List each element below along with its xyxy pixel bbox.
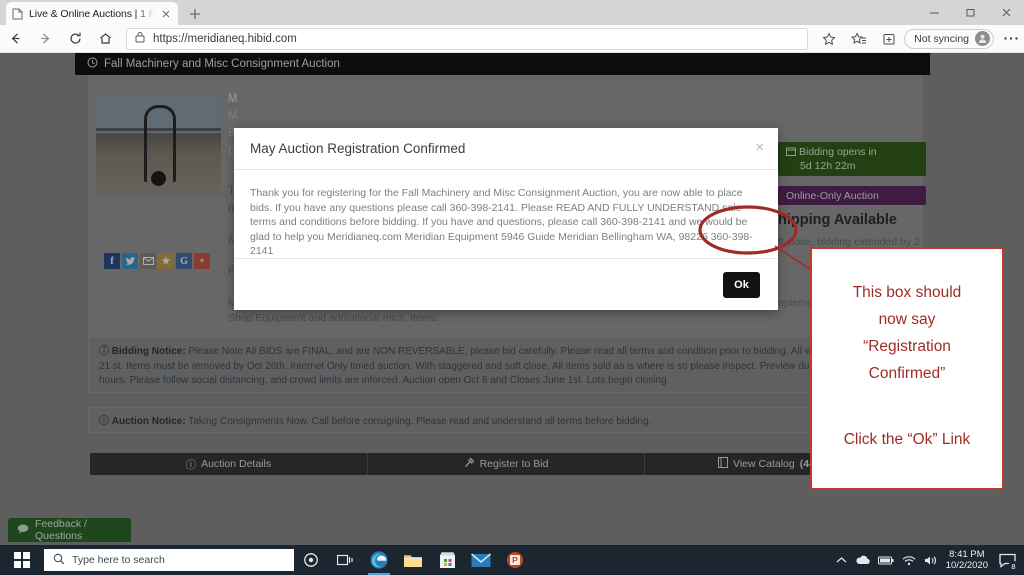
powerpoint-icon[interactable]: P [498,545,532,575]
notification-count-badge: 8 [1008,561,1019,572]
close-icon[interactable] [160,8,172,20]
screen: Live & Online Auctions | 1 Result [0,0,1024,575]
annotation-line-3: “Registration [863,338,951,355]
edge-icon[interactable] [362,545,396,575]
annotation-line-5: Click the “Ok” Link [843,431,971,448]
window-controls [916,0,1024,25]
modal-title: May Auction Registration Confirmed [250,141,466,156]
sync-status-label: Not syncing [914,32,969,45]
cortana-icon[interactable] [294,545,328,575]
wifi-icon[interactable] [902,555,916,566]
browser-menu-icon[interactable] [998,36,1024,41]
forward-icon[interactable] [30,25,60,53]
system-tray: 8:41 PM 10/2/2020 8 [836,545,1024,575]
browser-tab[interactable]: Live & Online Auctions | 1 Result [6,2,178,25]
windows-icon[interactable] [0,545,44,575]
home-icon[interactable] [90,25,120,53]
battery-icon[interactable] [877,556,894,565]
favorite-star-icon[interactable] [814,25,844,53]
ok-button[interactable]: Ok [723,271,760,298]
svg-text:P: P [512,555,518,565]
page-viewport: Fall Machinery and Misc Consignment Auct… [0,53,1024,545]
annotation-line-1: This box should [852,284,962,301]
address-bar-url: https://meridianeq.hibid.com [153,32,297,45]
task-view-icon[interactable] [328,545,362,575]
minimize-icon[interactable] [916,0,952,25]
add-to-collections-icon[interactable] [874,25,904,53]
onedrive-icon[interactable] [855,555,870,565]
volume-icon[interactable] [924,555,938,566]
registration-confirmed-modal: May Auction Registration Confirmed × Tha… [234,128,778,310]
windows-taskbar: Type here to search P 8:41 PM 10/2/2020 … [0,545,1024,575]
search-icon [53,553,65,568]
page-icon [12,8,23,20]
collections-icon[interactable] [844,25,874,53]
search-input[interactable]: Type here to search [44,549,294,571]
modal-body-text: Thank you for registering for the Fall M… [250,187,753,257]
browser-tab-strip: Live & Online Auctions | 1 Result [0,0,1024,25]
maximize-icon[interactable] [952,0,988,25]
annotation-line-4: Confirmed” [868,365,946,382]
close-icon[interactable]: × [755,140,764,155]
annotation-line-2: now say [878,311,936,328]
profile-sync-button[interactable]: Not syncing [904,28,994,49]
file-explorer-icon[interactable] [396,545,430,575]
modal-header: May Auction Registration Confirmed × [234,128,778,170]
show-hidden-icons[interactable] [836,556,847,564]
action-center-icon[interactable]: 8 [996,549,1019,572]
search-placeholder: Type here to search [72,554,165,566]
browser-tab-title: Live & Online Auctions | 1 Result [29,7,154,20]
annotation-callout: This box should now say “Registration Co… [810,247,1004,490]
back-icon[interactable] [0,25,30,53]
modal-footer: Ok [234,258,778,310]
address-bar[interactable]: https://meridianeq.hibid.com [126,27,809,50]
avatar [975,31,990,46]
reload-icon[interactable] [60,25,90,53]
close-window-icon[interactable] [988,0,1024,25]
browser-toolbar: https://meridianeq.hibid.com Not syncing [0,25,1024,53]
new-tab-button[interactable] [184,3,206,25]
lock-icon [135,30,145,48]
clock-time: 8:41 PM [949,549,985,560]
clock-date: 10/2/2020 [945,560,988,571]
taskbar-clock[interactable]: 8:41 PM 10/2/2020 [946,549,988,571]
mail-icon[interactable] [464,545,498,575]
microsoft-store-icon[interactable] [430,545,464,575]
